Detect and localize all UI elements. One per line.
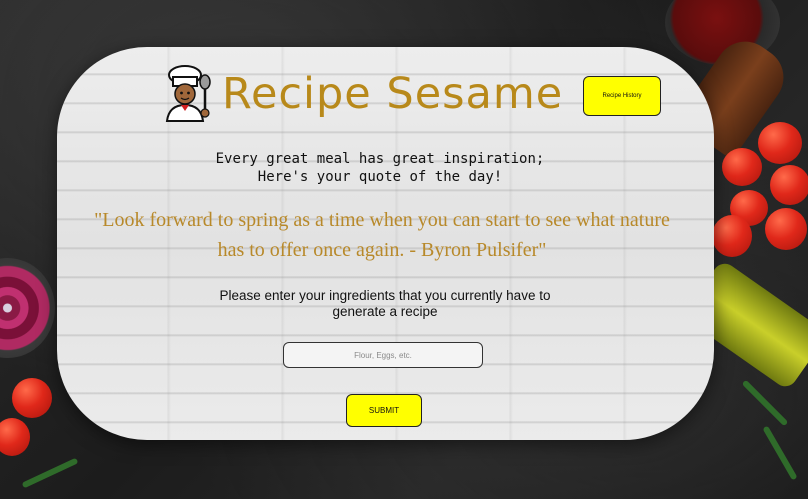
tomato-image: [722, 148, 762, 186]
intro-text: Every great meal has great inspiration; …: [130, 150, 630, 186]
quote-of-the-day: "Look forward to spring as a time when y…: [94, 209, 670, 261]
tomato-image: [712, 215, 752, 257]
tomato-image: [758, 122, 802, 164]
herb-leaf-image: [21, 457, 79, 489]
red-onion-image: [0, 258, 55, 358]
tomato-image: [0, 418, 30, 456]
app-title: Recipe Sesame: [222, 69, 564, 119]
herb-leaf-image: [762, 425, 798, 481]
recipe-history-button[interactable]: Recipe History: [583, 76, 661, 116]
ingredients-prompt: Please enter your ingredients that you c…: [219, 288, 551, 319]
intro-line-2: Here's your quote of the day!: [257, 169, 503, 185]
ingredients-input[interactable]: [283, 342, 483, 368]
tomato-image: [765, 208, 807, 250]
herb-leaf-image: [741, 379, 789, 427]
intro-line-1: Every great meal has great inspiration;: [215, 151, 545, 167]
submit-button[interactable]: SUBMIT: [346, 394, 422, 427]
tomato-image: [12, 378, 52, 418]
tomato-image: [770, 165, 808, 205]
chef-icon: [165, 65, 211, 122]
